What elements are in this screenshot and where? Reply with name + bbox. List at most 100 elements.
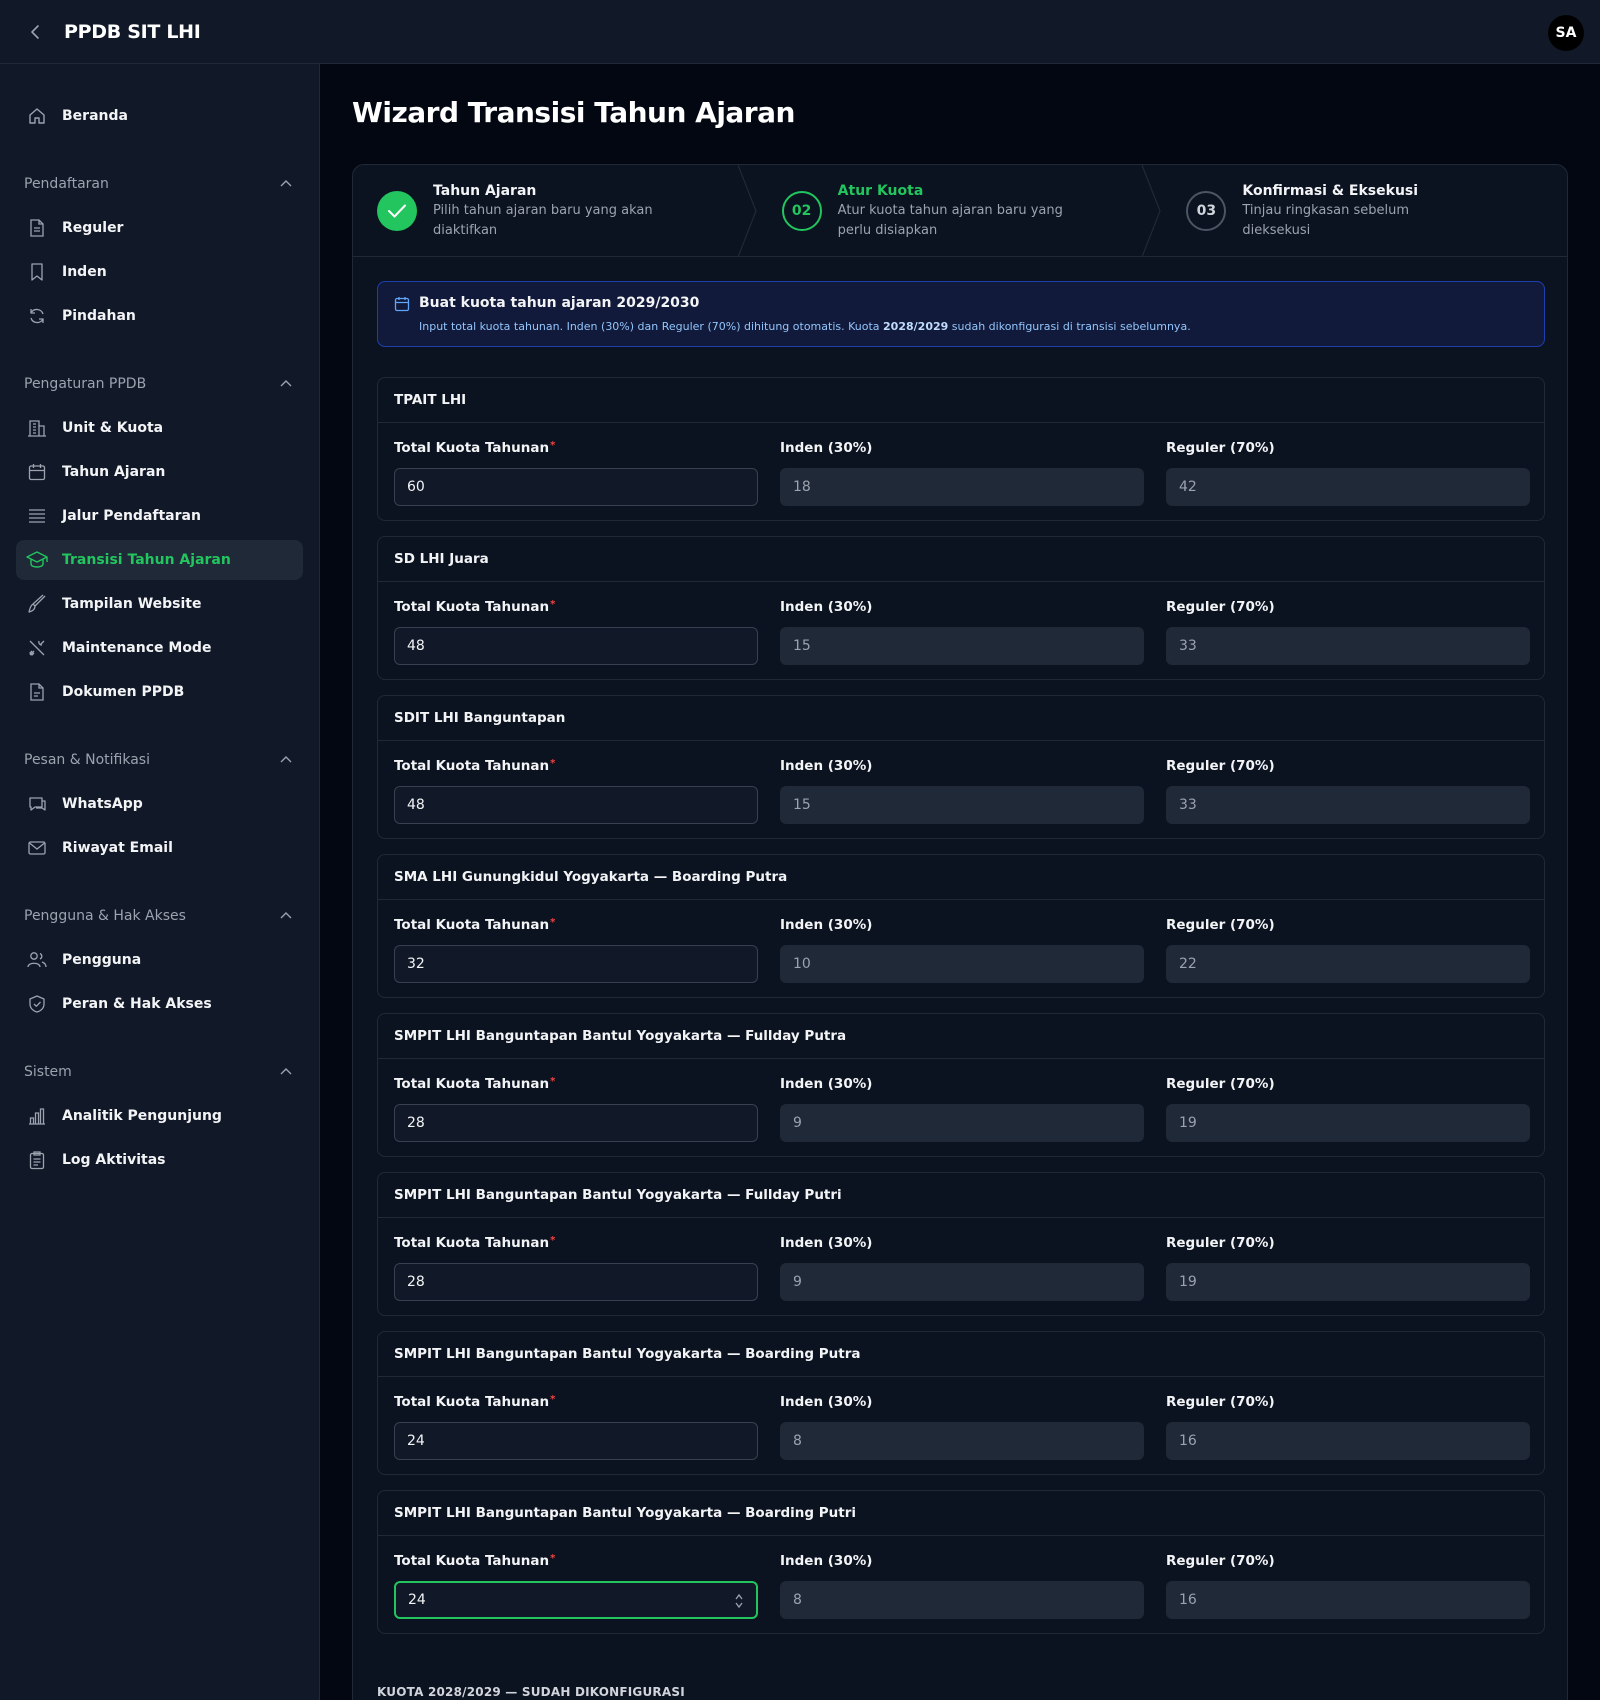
reguler-quota-field: Reguler (70%) 19 [1166, 1076, 1530, 1142]
step-title: Tahun Ajaran [433, 182, 537, 199]
field-label: Total Kuota Tahunan* [394, 758, 556, 774]
inden-quota-field: Inden (30%) 10 [780, 917, 1144, 983]
inden-quota-input: 10 [780, 945, 1144, 983]
graduation-cap-icon [26, 549, 48, 571]
field-label: Inden (30%) [780, 917, 873, 933]
unit-quota-card: SDIT LHI Banguntapan Total Kuota Tahunan*… [377, 695, 1545, 839]
sidebar-item-log-aktivitas[interactable]: Log Aktivitas [16, 1140, 303, 1180]
sidebar-item-tampilan-website[interactable]: Tampilan Website [16, 584, 303, 624]
inden-quota-input: 8 [780, 1581, 1144, 1619]
reguler-quota-input: 16 [1166, 1422, 1530, 1460]
step-title: Atur Kuota [837, 182, 924, 199]
sidebar-item-peran-hak-akses[interactable]: Peran & Hak Akses [16, 984, 303, 1024]
sidebar-item-analitik-pengunjung[interactable]: Analitik Pengunjung [16, 1096, 303, 1136]
step-2[interactable]: 02 Atur Kuota Atur kuota tahun ajaran ba… [758, 165, 1163, 257]
building-icon [26, 417, 48, 439]
check-icon [377, 190, 417, 231]
info-title: Buat kuota tahun ajaran 2029/2030 [419, 295, 700, 311]
sidebar-item-jalur-pendaftaran[interactable]: Jalur Pendaftaran [16, 496, 303, 536]
section-pendaftaran[interactable]: Pendaftaran [24, 172, 294, 196]
back-arrow-icon[interactable] [22, 18, 50, 46]
sidebar-item-dokumen-ppdb[interactable]: Dokumen PPDB [16, 672, 303, 712]
total-quota-field: Total Kuota Tahunan* 24 [394, 1394, 758, 1460]
unit-name: TPAIT LHI [378, 378, 1544, 423]
reguler-quota-field: Reguler (70%) 22 [1166, 917, 1530, 983]
step-3[interactable]: 03 Konfirmasi & Eksekusi Tinjau ringkasa… [1162, 165, 1567, 256]
inden-quota-input: 8 [780, 1422, 1144, 1460]
reguler-quota-input: 19 [1166, 1104, 1530, 1142]
sidebar-item-transisi-tahun-ajaran[interactable]: Transisi Tahun Ajaran [16, 540, 303, 580]
sidebar-item-tahun-ajaran[interactable]: Tahun Ajaran [16, 452, 303, 492]
reguler-quota-input: 33 [1166, 627, 1530, 665]
section-pesan-notifikasi[interactable]: Pesan & Notifikasi [24, 748, 294, 772]
unit-quota-card: SMPIT LHI Banguntapan Bantul Yogyakarta … [377, 1490, 1545, 1634]
tools-icon [26, 637, 48, 659]
unit-name: SMPIT LHI Banguntapan Bantul Yogyakarta … [378, 1173, 1544, 1218]
unit-name: SMPIT LHI Banguntapan Bantul Yogyakarta … [378, 1491, 1544, 1536]
sidebar: Beranda Pendaftaran Reguler Inden Pindah… [0, 64, 320, 1700]
sidebar-item-pindahan[interactable]: Pindahan [16, 296, 303, 336]
sidebar-item-unit-kuota[interactable]: Unit & Kuota [16, 408, 303, 448]
sidebar-item-beranda[interactable]: Beranda [16, 96, 303, 136]
field-label: Total Kuota Tahunan* [394, 1076, 556, 1092]
total-quota-input[interactable]: 28 [394, 1104, 758, 1142]
required-mark: * [550, 1235, 556, 1246]
total-quota-input[interactable]: 32 [394, 945, 758, 983]
step-description: Atur kuota tahun ajaran baru yang perlu … [837, 202, 1063, 238]
field-label: Inden (30%) [780, 440, 873, 456]
field-label: Reguler (70%) [1166, 599, 1275, 615]
inden-quota-field: Inden (30%) 15 [780, 758, 1144, 824]
user-avatar[interactable]: SA [1548, 15, 1584, 51]
total-quota-field: Total Kuota Tahunan* 48 [394, 758, 758, 824]
field-label: Inden (30%) [780, 1235, 873, 1251]
section-pengguna-hak-akses[interactable]: Pengguna & Hak Akses [24, 904, 294, 928]
inden-quota-input: 18 [780, 468, 1144, 506]
inden-quota-input: 15 [780, 786, 1144, 824]
total-quota-input[interactable]: 48 [394, 627, 758, 665]
section-pengaturan-ppdb[interactable]: Pengaturan PPDB [24, 372, 294, 396]
reguler-quota-input: 19 [1166, 1263, 1530, 1301]
total-quota-input[interactable]: 48 [394, 786, 758, 824]
chevron-up-icon [280, 909, 294, 923]
total-quota-input[interactable]: 24 [394, 1422, 758, 1460]
sidebar-item-label: Beranda [62, 108, 128, 124]
sidebar-item-riwayat-email[interactable]: Riwayat Email [16, 828, 303, 868]
total-quota-field: Total Kuota Tahunan* 28 [394, 1076, 758, 1142]
sidebar-item-pengguna[interactable]: Pengguna [16, 940, 303, 980]
number-spinner-icon[interactable] [734, 1591, 744, 1611]
reguler-quota-field: Reguler (70%) 33 [1166, 758, 1530, 824]
field-label: Total Kuota Tahunan* [394, 440, 556, 456]
inden-quota-field: Inden (30%) 8 [780, 1394, 1144, 1460]
chevron-up-icon [280, 177, 294, 191]
unit-name: SMA LHI Gunungkidul Yogyakarta — Boardin… [378, 855, 1544, 900]
unit-quota-card: TPAIT LHI Total Kuota Tahunan* 60 Inden (30… [377, 377, 1545, 521]
total-quota-input[interactable]: 28 [394, 1263, 758, 1301]
step-description: Tinjau ringkasan sebelum dieksekusi [1242, 202, 1410, 238]
sidebar-item-maintenance-mode[interactable]: Maintenance Mode [16, 628, 303, 668]
step-separator [737, 165, 757, 257]
unit-quota-card: SMA LHI Gunungkidul Yogyakarta — Boardin… [377, 854, 1545, 998]
step-1[interactable]: Tahun Ajaran Pilih tahun ajaran baru yan… [353, 165, 758, 257]
unit-quota-card: SMPIT LHI Banguntapan Bantul Yogyakarta … [377, 1331, 1545, 1475]
sidebar-item-reguler[interactable]: Reguler [16, 208, 303, 248]
wizard-card: Tahun Ajaran Pilih tahun ajaran baru yan… [352, 164, 1568, 1700]
inden-quota-field: Inden (30%) 9 [780, 1076, 1144, 1142]
total-quota-field: Total Kuota Tahunan* 24 [394, 1553, 758, 1619]
inden-quota-input: 9 [780, 1263, 1144, 1301]
list-icon [26, 505, 48, 527]
reguler-quota-field: Reguler (70%) 16 [1166, 1394, 1530, 1460]
total-quota-input[interactable]: 60 [394, 468, 758, 506]
field-label: Inden (30%) [780, 1076, 873, 1092]
calendar-icon [394, 296, 410, 316]
total-quota-input[interactable]: 24 [394, 1581, 758, 1619]
reguler-quota-input: 42 [1166, 468, 1530, 506]
bookmark-icon [26, 261, 48, 283]
field-label: Reguler (70%) [1166, 1394, 1275, 1410]
total-quota-field: Total Kuota Tahunan* 60 [394, 440, 758, 506]
section-sistem[interactable]: Sistem [24, 1060, 294, 1084]
mail-icon [26, 837, 48, 859]
required-mark: * [550, 758, 556, 769]
sidebar-item-whatsapp[interactable]: WhatsApp [16, 784, 303, 824]
sidebar-item-inden[interactable]: Inden [16, 252, 303, 292]
inden-quota-input: 15 [780, 627, 1144, 665]
